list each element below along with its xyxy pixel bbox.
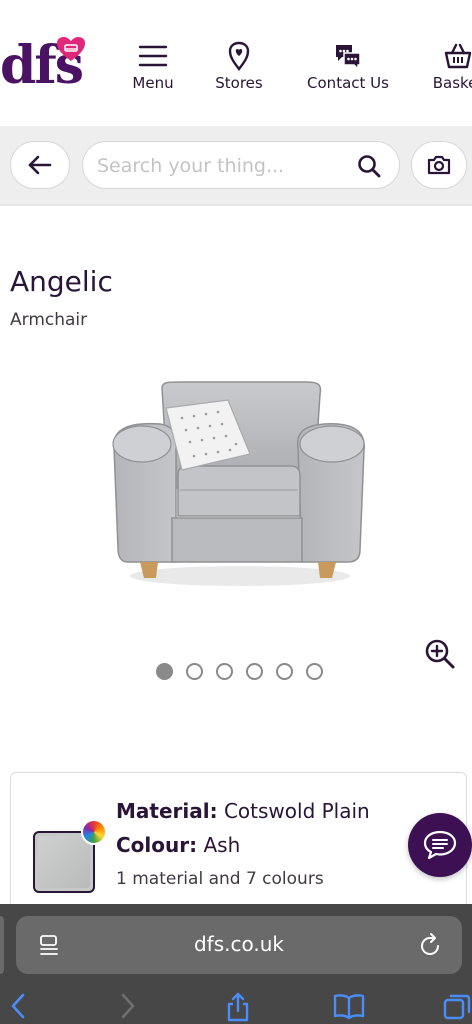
carousel-dot[interactable] <box>246 663 263 680</box>
menu-icon <box>136 40 170 72</box>
nav-contact-label: Contact Us <box>307 74 389 92</box>
nav-menu-label: Menu <box>132 74 174 92</box>
site-header: dfs Menu Stores Contact Us Basket <box>0 0 472 126</box>
options-summary: 1 material and 7 colours <box>116 869 324 889</box>
live-chat-button[interactable] <box>408 813 472 877</box>
basket-icon <box>441 40 472 72</box>
carousel-dot[interactable] <box>156 663 173 680</box>
address-bar[interactable]: dfs.co.uk <box>16 916 462 974</box>
dfs-logo[interactable]: dfs <box>0 36 90 100</box>
zoom-in-icon[interactable] <box>424 638 456 670</box>
tabs-overview-icon[interactable] <box>442 992 472 1020</box>
store-pin-icon <box>222 40 256 72</box>
forward-chevron-icon[interactable] <box>118 992 138 1020</box>
product-type: Armchair <box>10 310 88 330</box>
nav-contact-us[interactable]: Contact Us <box>298 40 398 92</box>
back-button[interactable] <box>10 141 70 189</box>
bookmarks-icon[interactable] <box>332 992 366 1020</box>
browser-toolbar <box>0 988 472 1024</box>
reload-icon[interactable] <box>418 932 442 958</box>
nav-stores[interactable]: Stores <box>208 40 270 92</box>
chat-bubbles-icon <box>331 40 365 72</box>
search-input[interactable] <box>97 152 347 180</box>
colour-value: Ash <box>203 833 241 857</box>
browser-bottom-bar: dfs.co.uk <box>0 904 472 1024</box>
nav-basket-label: Basket <box>432 74 472 92</box>
carousel-dot[interactable] <box>276 663 293 680</box>
material-line: Material: Cotswold Plain <box>116 799 370 823</box>
share-icon[interactable] <box>224 992 252 1022</box>
url-text: dfs.co.uk <box>193 932 284 956</box>
color-wheel-icon <box>81 819 107 845</box>
material-label: Material: <box>116 799 218 823</box>
carousel-dot[interactable] <box>306 663 323 680</box>
search-box[interactable] <box>82 141 400 189</box>
search-bar-area <box>0 126 472 206</box>
camera-icon <box>427 155 451 175</box>
nav-stores-label: Stores <box>215 74 263 92</box>
carousel-dot[interactable] <box>216 663 233 680</box>
nav-basket[interactable]: Basket <box>428 40 472 92</box>
carousel-dot[interactable] <box>186 663 203 680</box>
back-arrow-icon <box>28 155 52 175</box>
previous-tab-stub[interactable] <box>0 916 4 974</box>
product-title: Angelic <box>10 265 113 298</box>
heart-sofa-icon <box>57 37 85 61</box>
back-chevron-icon[interactable] <box>8 992 28 1020</box>
colour-label: Colour: <box>116 833 198 857</box>
image-carousel-dots <box>156 663 323 680</box>
chat-icon <box>423 830 457 860</box>
nav-menu[interactable]: Menu <box>128 40 178 92</box>
material-colour-selector[interactable]: Material: Cotswold Plain Colour: Ash 1 m… <box>10 772 467 922</box>
material-value: Cotswold Plain <box>223 799 370 823</box>
armchair-product-image[interactable] <box>110 378 370 628</box>
search-icon[interactable] <box>357 154 381 178</box>
colour-line: Colour: Ash <box>116 833 240 857</box>
visual-search-button[interactable] <box>411 141 467 189</box>
